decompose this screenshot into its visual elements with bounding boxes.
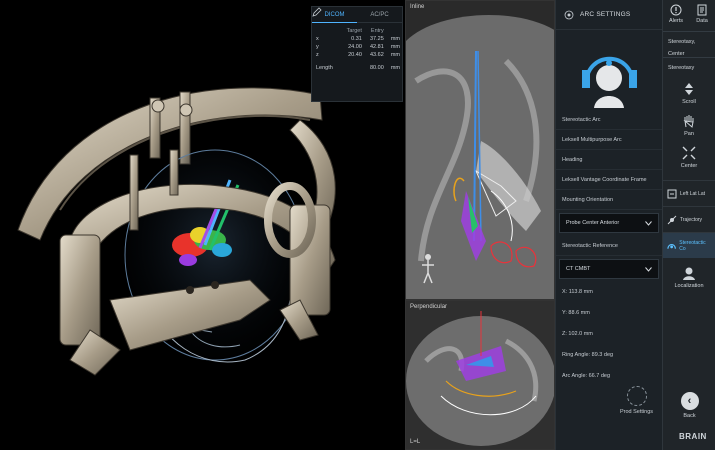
arc-settings-title: ARC SETTINGS [580,11,631,18]
coordinates-panel: DICOM AC/PC Target Entry x 0.31 37.25 mm… [311,6,403,102]
center-icon [682,146,696,160]
trajectory-button[interactable]: Trajectory [663,206,715,232]
left-lat-button[interactable]: Left Lat Lat [663,180,715,206]
table-row: x 0.31 37.25 mm [312,35,402,43]
length-row: Length 80.00 mm [312,59,402,72]
stereotactic-reference-value: CT CMBT [566,266,591,272]
inline-slice-view[interactable]: Inline [405,0,555,300]
prod-settings-label: Prod Settings [619,409,654,415]
coordinates-table: Target Entry x 0.31 37.25 mm y 24.00 42.… [312,27,402,72]
tab-acpc[interactable]: AC/PC [357,7,402,23]
inline-label: Inline [410,4,425,10]
entry-value: 43.62 [369,52,384,58]
target-value: 0.31 [351,36,362,42]
alert-icon [670,4,682,16]
alerts-label: Alerts [668,18,684,24]
frame-type-field[interactable]: Leksell Vantage Coordinate Frame [556,170,662,190]
slice-views: Inline Perpendicular L=L [405,0,555,450]
length-unit: mm [390,65,400,71]
length-value: 80.00 [369,65,384,71]
stereotactic-button[interactable]: Stereotactic Co [663,232,715,258]
x-coordinate: X: 113.8 mm [562,289,593,295]
length-label: Length [316,65,333,71]
trajectory-icon [667,215,677,224]
back-label: Back [683,413,696,419]
arc-settings-header: ARC SETTINGS [556,0,662,30]
hand-icon [683,115,694,128]
center-button[interactable]: Center [663,142,715,174]
mounting-orientation-value: Probe Center Anterior [566,220,620,226]
prod-settings-button[interactable]: Prod Settings [614,386,659,415]
z-coordinate: Z: 102.0 mm [562,331,593,337]
arc-angle: Arc Angle: 66.7 deg [562,373,611,379]
entry-value: 42.81 [369,44,384,50]
mounting-orientation-select[interactable]: Probe Center Anterior [559,213,659,233]
perpendicular-mr-image [406,301,554,449]
scroll-label: Scroll [682,99,696,105]
unit: mm [390,52,400,58]
arc-type-field[interactable]: Leksell Multipurpose Arc [556,130,662,150]
arc-settings-icon [564,10,574,19]
perpendicular-label: Perpendicular [410,304,448,310]
left-lat-label: Left Lat Lat [680,190,706,197]
entry-value: 37.25 [369,36,384,42]
perpendicular-slice-view[interactable]: Perpendicular L=L [405,300,555,450]
unit: mm [390,44,400,50]
center-label: Center [680,163,698,169]
target-value: 24.00 [348,44,362,50]
stereotactic-reference-select[interactable]: CT CMBT [559,259,659,279]
arc-head-illustration [556,30,662,110]
scroll-button[interactable]: Scroll [663,78,715,110]
stereotactic-arc-field[interactable]: Stereotactic Arc [556,110,662,130]
chevron-down-icon [645,266,652,272]
back-button[interactable]: ‹ Back [663,392,715,419]
column-header-entry: Entry [370,28,384,34]
back-arrow-icon: ‹ [680,392,699,410]
stereotactic-label: Stereotactic Co [679,239,706,252]
section-title: Stereotaxy [668,65,695,71]
localization-label: Localization [674,283,704,289]
inline-mr-image [406,1,554,299]
target-value: 20.40 [348,52,362,58]
view-orientation-icon [667,189,677,198]
arc-settings-panel: ARC SETTINGS Stereotactic Arc Leksell Mu… [555,0,662,450]
pan-label: Pan [684,131,694,137]
table-row: y 24.00 42.81 mm [312,43,402,51]
ring-angle: Ring Angle: 89.3 deg [562,352,614,358]
3d-view[interactable]: DICOM AC/PC Target Entry x 0.31 37.25 mm… [0,0,405,450]
y-coordinate: Y: 88.6 mm [562,310,590,316]
localization-button[interactable]: Localization [663,262,715,294]
settings-circle-icon [626,386,647,406]
scroll-icon [685,83,693,95]
breadcrumb: Stereotaxy, Center [663,32,715,58]
orientation-marker: L=L [410,439,421,445]
stereotactic-icon [667,243,676,249]
head-arc-icon [582,56,637,108]
stereotactic-reference-label: Stereotactic Reference [556,236,662,256]
trajectory-label: Trajectory [680,216,703,223]
pan-button[interactable]: Pan [663,110,715,142]
chevron-down-icon [645,220,652,226]
axis-label: z [316,52,319,58]
right-toolbar: Alerts Data Stereotaxy, Center Stereotax… [662,0,715,450]
mounting-orientation-label: Mounting Orientation [556,190,662,210]
brand-logo: BRAIN [679,432,707,441]
alerts-button[interactable]: Alerts [663,0,689,31]
data-icon [697,4,707,16]
table-row: z 20.40 43.62 mm [312,51,402,59]
axis-label: x [316,36,319,42]
heading-field[interactable]: Heading [556,150,662,170]
localization-icon [683,267,695,280]
data-label: Data [696,18,708,24]
column-header-target: Target [346,28,362,34]
data-button[interactable]: Data [689,0,715,31]
unit: mm [390,36,400,42]
pencil-icon[interactable] [312,7,322,17]
axis-label: y [316,44,319,50]
